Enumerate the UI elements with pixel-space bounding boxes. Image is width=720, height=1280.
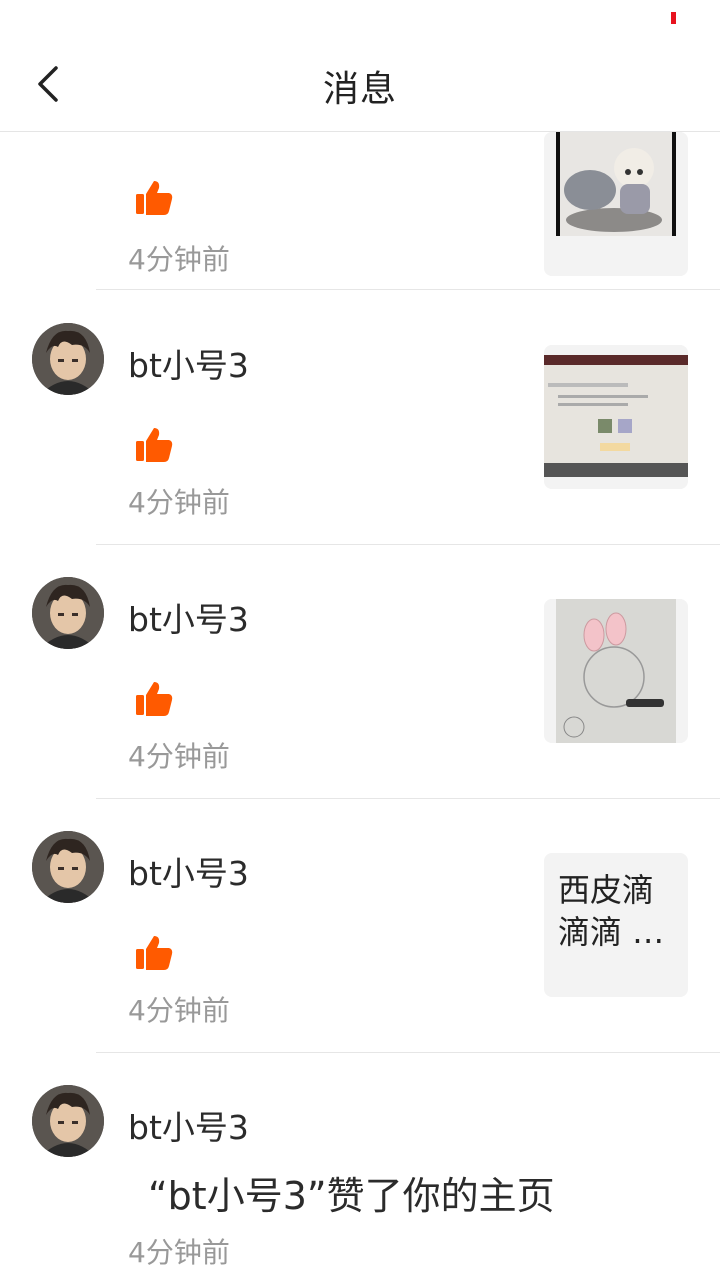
sender-name[interactable]: bt小号3 — [128, 1101, 249, 1149]
thumbs-up-icon — [134, 425, 174, 465]
divider — [96, 289, 720, 290]
timestamp: 4分钟前 — [128, 994, 230, 1027]
message-text: “bt小号3”赞了你的主页 — [148, 1174, 555, 1218]
message-item[interactable]: bt小号3 “bt小号3”赞了你的主页 4分钟前 — [0, 1053, 720, 1280]
post-thumbnail[interactable] — [544, 345, 688, 489]
avatar[interactable] — [32, 1085, 104, 1157]
timestamp: 4分钟前 — [128, 1236, 230, 1269]
post-thumbnail[interactable] — [544, 599, 688, 743]
status-bar — [0, 0, 720, 36]
top-nav-bar: 消息 — [0, 36, 720, 132]
timestamp: 4分钟前 — [128, 486, 230, 519]
avatar[interactable] — [32, 577, 104, 649]
status-indicator — [671, 12, 676, 24]
timestamp: 4分钟前 — [128, 740, 230, 773]
thumbs-up-icon — [134, 178, 174, 218]
message-item[interactable]: bt小号3 4分钟前 — [0, 545, 720, 799]
message-list[interactable]: 4分钟前 bt小号3 4分钟前 bt小号3 4分钟前 bt小号3 4分钟前 西皮… — [0, 132, 720, 1280]
message-item[interactable]: bt小号3 4分钟前 — [0, 291, 720, 545]
sender-name[interactable]: bt小号3 — [128, 339, 249, 387]
sender-name[interactable]: bt小号3 — [128, 593, 249, 641]
thumbs-up-icon — [134, 933, 174, 973]
message-item[interactable]: 4分钟前 — [0, 132, 720, 290]
post-text-preview[interactable]: 西皮滴 滴滴 … — [544, 853, 688, 997]
timestamp: 4分钟前 — [128, 243, 230, 276]
post-thumbnail[interactable] — [544, 132, 688, 276]
page-title: 消息 — [322, 69, 397, 110]
preview-line: 滴滴 … — [558, 913, 665, 951]
avatar[interactable] — [32, 323, 104, 395]
sender-name[interactable]: bt小号3 — [128, 847, 249, 895]
avatar[interactable] — [32, 831, 104, 903]
thumbs-up-icon — [134, 679, 174, 719]
message-item[interactable]: bt小号3 4分钟前 西皮滴 滴滴 … — [0, 799, 720, 1053]
preview-line: 西皮滴 — [558, 871, 655, 909]
